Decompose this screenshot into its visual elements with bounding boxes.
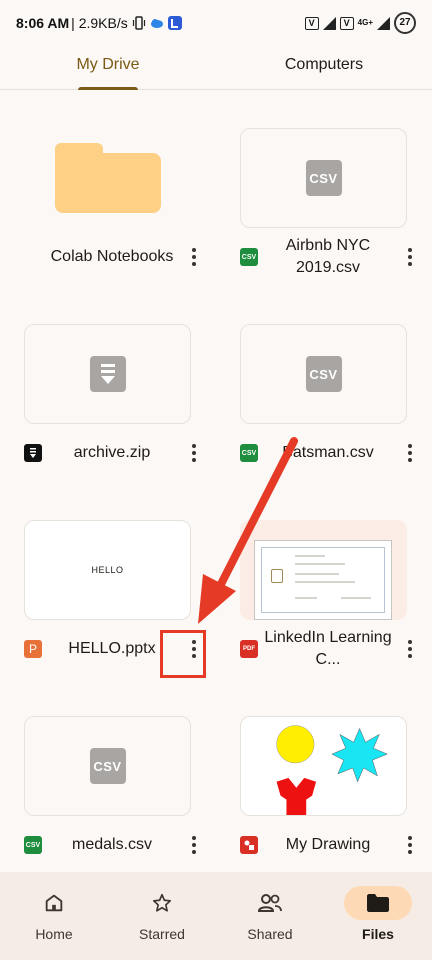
people-icon: [236, 886, 304, 920]
nav-shared[interactable]: Shared: [216, 872, 324, 960]
folder-icon: [344, 886, 412, 920]
nav-files-label: Files: [362, 926, 394, 942]
nav-home[interactable]: Home: [0, 872, 108, 960]
annotation-arrow: [198, 437, 298, 624]
nav-shared-label: Shared: [247, 926, 293, 942]
nav-files[interactable]: Files: [324, 872, 432, 960]
star-icon: [128, 886, 196, 920]
home-icon: [20, 886, 88, 920]
nav-home-label: Home: [35, 926, 73, 942]
bottom-navigation: Home Starred Shared Files: [0, 872, 432, 960]
nav-starred-label: Starred: [139, 926, 185, 942]
nav-starred[interactable]: Starred: [108, 872, 216, 960]
